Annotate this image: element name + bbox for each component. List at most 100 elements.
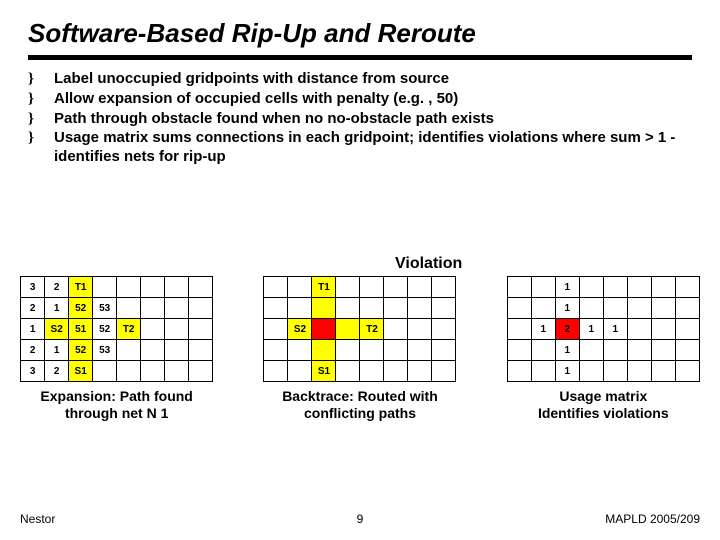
grid-cell <box>360 277 384 298</box>
grid-cell <box>507 277 531 298</box>
grid-cell <box>507 298 531 319</box>
grid-cell: S1 <box>312 361 336 382</box>
grid-cell: 3 <box>21 277 45 298</box>
bullet-text: Allow expansion of occupied cells with p… <box>54 90 458 109</box>
grid-cell <box>312 319 336 340</box>
grid-cell <box>384 298 408 319</box>
grid-cell: 1 <box>579 319 603 340</box>
grid-cell <box>603 298 627 319</box>
bullet-mark: } <box>28 110 54 129</box>
grid-cell <box>141 298 165 319</box>
bullet-mark: } <box>28 90 54 109</box>
grid-cell <box>675 277 699 298</box>
grid-cell <box>627 361 651 382</box>
grid-cell: 1 <box>555 277 579 298</box>
grid-cell <box>603 361 627 382</box>
grid-cell <box>627 277 651 298</box>
bullet-text: Usage matrix sums connections in each gr… <box>54 129 692 167</box>
grid-cell <box>651 361 675 382</box>
grid-cell <box>627 340 651 361</box>
grid-cell <box>189 277 213 298</box>
grid-cell: 1 <box>45 340 69 361</box>
grid-cell: S1 <box>69 361 93 382</box>
grid-cell: 1 <box>21 319 45 340</box>
grid-cell <box>507 340 531 361</box>
grid-cell <box>141 361 165 382</box>
grid-cell <box>432 340 456 361</box>
grid-cell <box>264 361 288 382</box>
grid-cell: 1 <box>603 319 627 340</box>
grid-cell <box>165 277 189 298</box>
grid-cell <box>360 298 384 319</box>
grid-cell <box>432 319 456 340</box>
grid-cell <box>432 298 456 319</box>
bullet-item: }Usage matrix sums connections in each g… <box>28 129 692 167</box>
grid-cell: 52 <box>69 298 93 319</box>
grid-cell: 2 <box>555 319 579 340</box>
bullet-mark: } <box>28 129 54 167</box>
grid-cell: 1 <box>555 340 579 361</box>
grid-cell <box>603 277 627 298</box>
grid-middle-table: T1S2T2S1 <box>263 276 456 382</box>
grid-left-table: 32T12152531S25152T221525332S1 <box>20 276 213 382</box>
grid-cell <box>288 298 312 319</box>
grid-cell: S2 <box>288 319 312 340</box>
grid-cell <box>531 298 555 319</box>
grid-cell: 2 <box>21 340 45 361</box>
grid-cell: 2 <box>45 361 69 382</box>
grid-cell <box>93 277 117 298</box>
grid-cell <box>531 340 555 361</box>
footer-right: MAPLD 2005/209 <box>605 512 700 526</box>
grid-cell <box>651 319 675 340</box>
grid-cell <box>579 277 603 298</box>
grid-cell <box>165 298 189 319</box>
grid-cell <box>312 340 336 361</box>
slide-title: Software-Based Rip-Up and Reroute <box>28 18 692 49</box>
grid-cell <box>531 361 555 382</box>
grid-cell <box>360 340 384 361</box>
grid-cell <box>432 361 456 382</box>
grid-cell: 52 <box>93 319 117 340</box>
grid-cell <box>336 277 360 298</box>
grid-cell: 1 <box>555 361 579 382</box>
grid-cell <box>579 361 603 382</box>
grid-cell <box>579 298 603 319</box>
grid-cell <box>288 361 312 382</box>
bullet-text: Path through obstacle found when no no-o… <box>54 110 494 129</box>
grid-cell <box>165 340 189 361</box>
grid-cell <box>384 277 408 298</box>
grid-cell <box>408 298 432 319</box>
grid-cell <box>189 298 213 319</box>
grid-cell <box>117 277 141 298</box>
grid-cell <box>336 319 360 340</box>
bullet-list: }Label unoccupied gridpoints with distan… <box>28 70 692 167</box>
grid-cell <box>507 361 531 382</box>
grid-cell <box>288 340 312 361</box>
grid-cell <box>627 298 651 319</box>
grid-cell: 52 <box>69 340 93 361</box>
grid-cell <box>264 298 288 319</box>
grid-cell <box>336 361 360 382</box>
grid-cell: 53 <box>93 298 117 319</box>
grid-cell <box>627 319 651 340</box>
grid-cell <box>432 277 456 298</box>
grid-cell <box>384 361 408 382</box>
grid-cell <box>288 277 312 298</box>
grid-cell: 1 <box>555 298 579 319</box>
grid-cell: 1 <box>45 298 69 319</box>
slide-footer: Nestor 9 MAPLD 2005/209 <box>0 512 720 526</box>
bullet-text: Label unoccupied gridpoints with distanc… <box>54 70 449 89</box>
bullet-item: }Path through obstacle found when no no-… <box>28 110 692 129</box>
bullet-item: }Allow expansion of occupied cells with … <box>28 90 692 109</box>
grid-expansion: 32T12152531S25152T221525332S1 Expansion:… <box>20 276 213 422</box>
grid-cell: T1 <box>312 277 336 298</box>
grid-cell <box>651 340 675 361</box>
grid-backtrace: T1S2T2S1 Backtrace: Routed with conflict… <box>263 276 456 422</box>
grid-cell <box>336 298 360 319</box>
grid-cell <box>165 319 189 340</box>
grid-cell <box>141 277 165 298</box>
title-rule <box>28 55 692 60</box>
grid-cell <box>408 319 432 340</box>
grid-cell <box>189 340 213 361</box>
caption-right-l1: Usage matrix <box>559 388 647 404</box>
